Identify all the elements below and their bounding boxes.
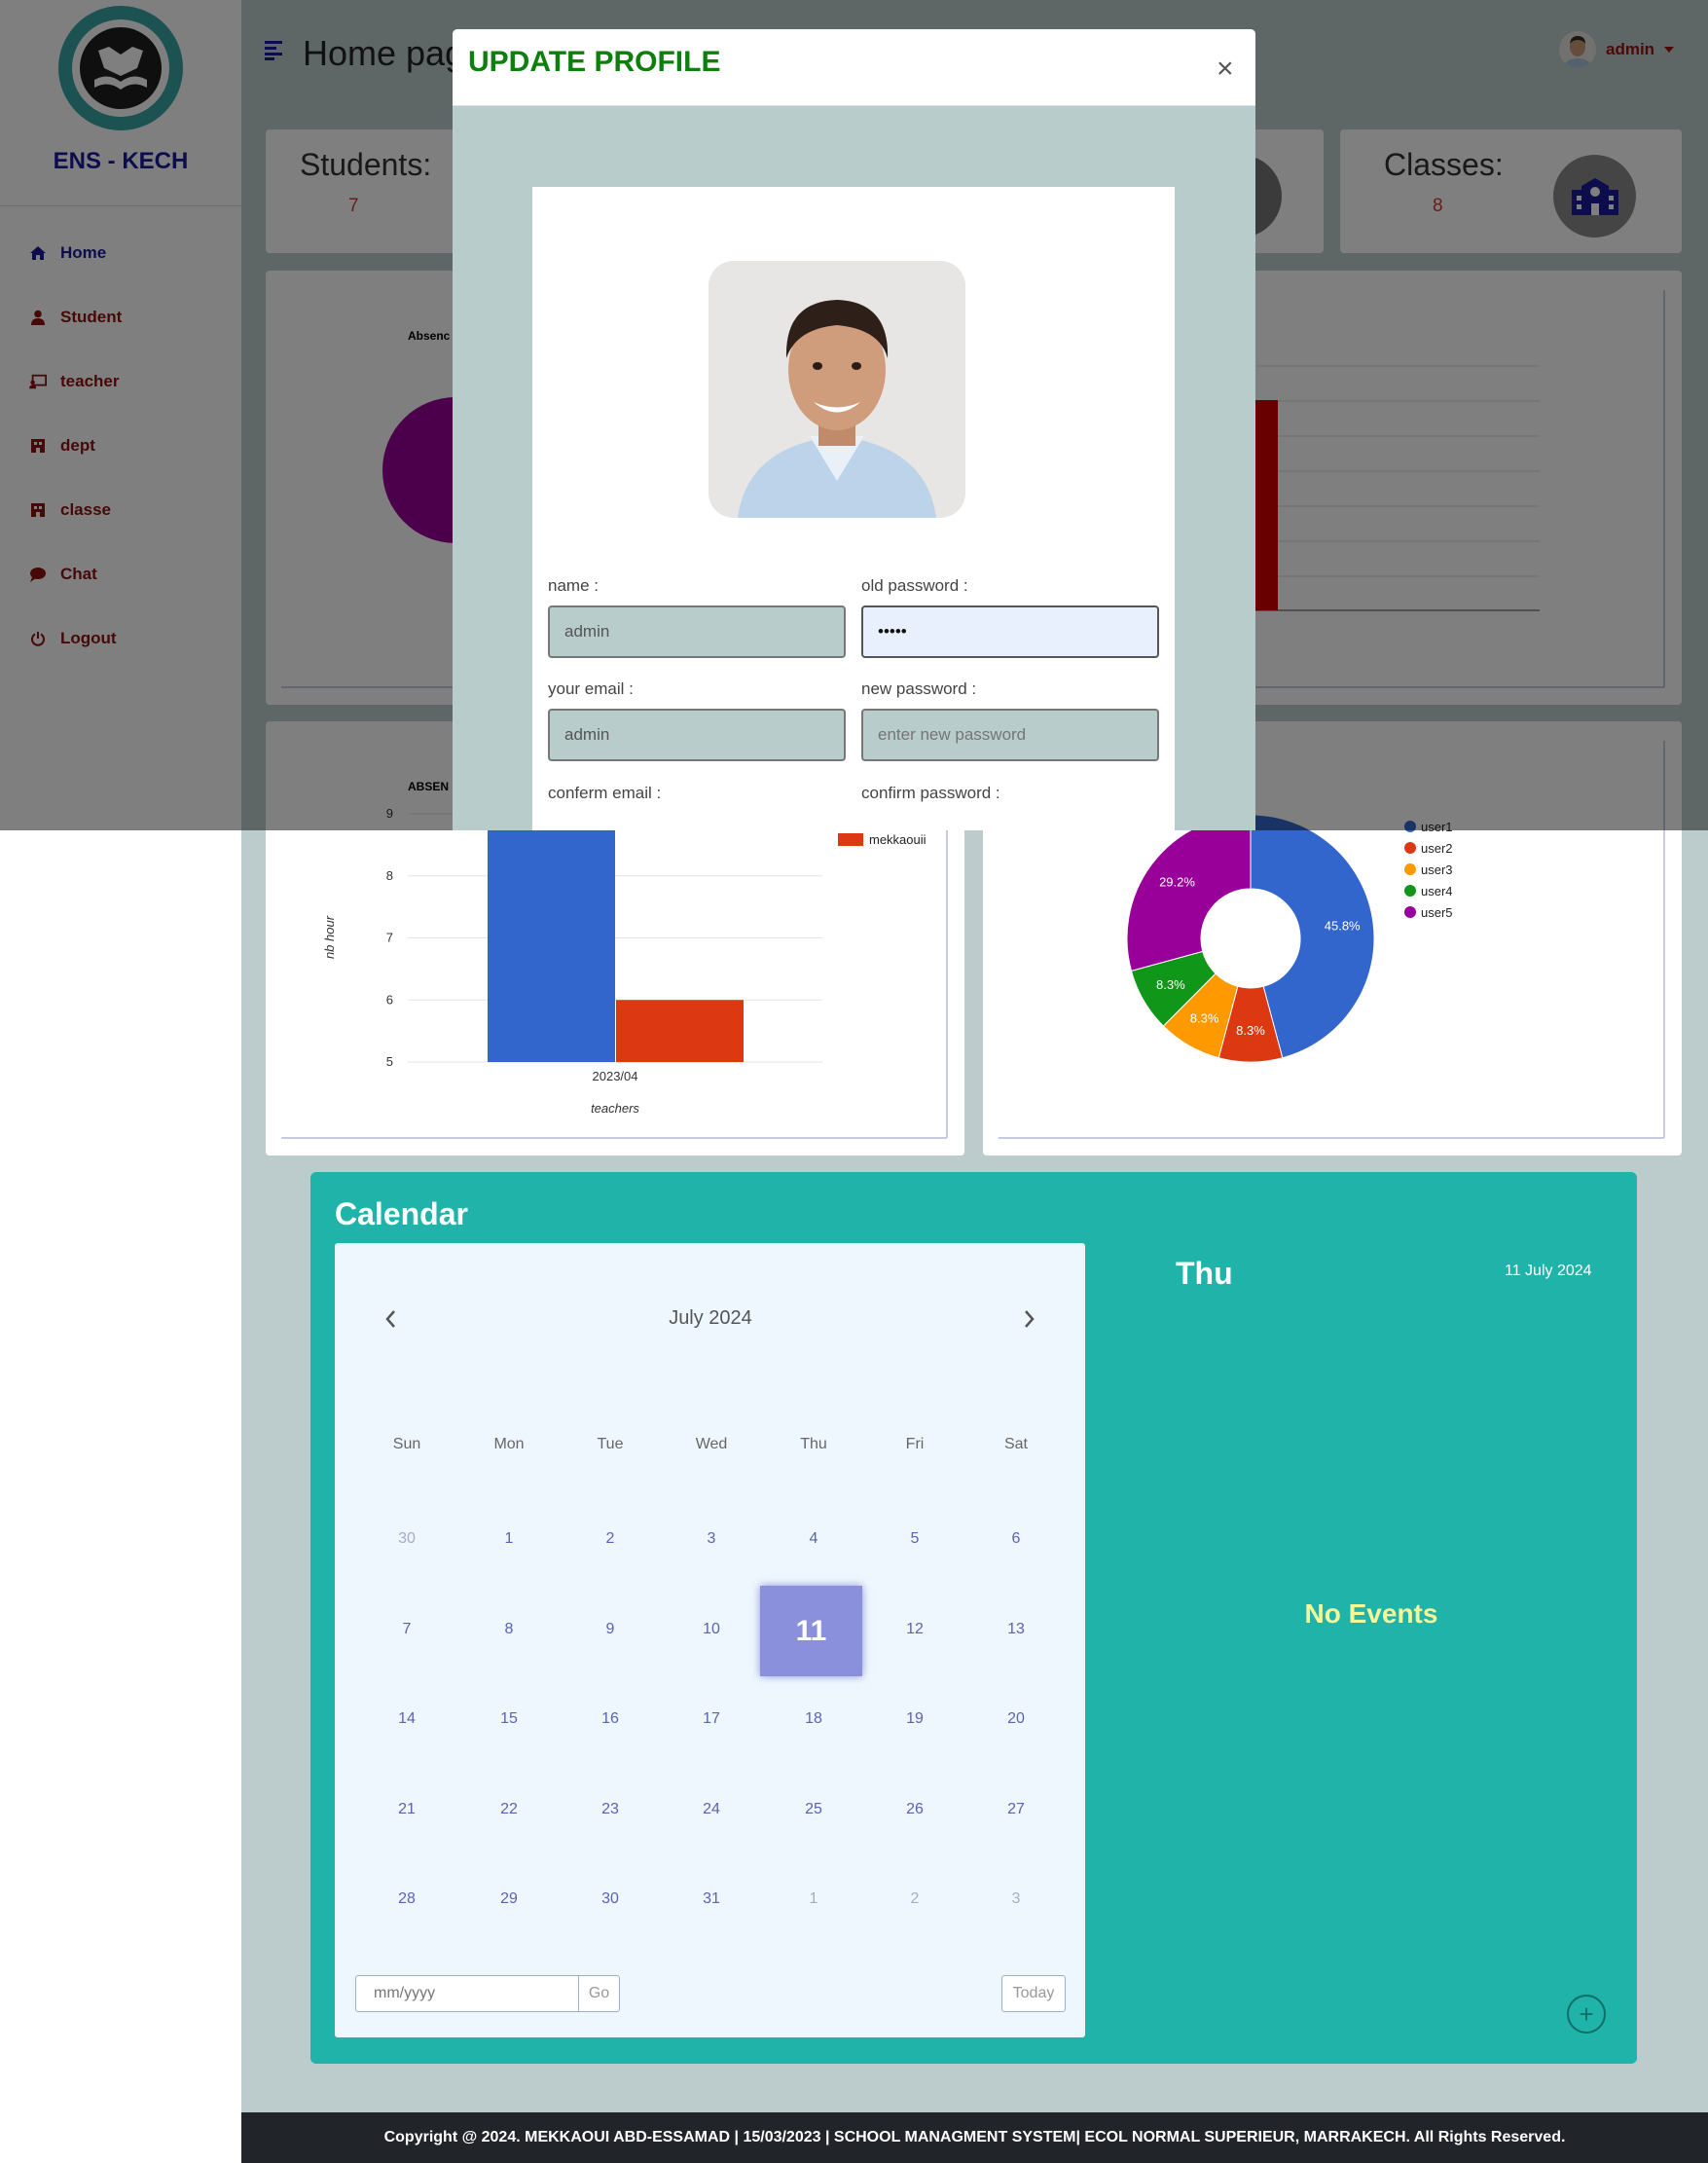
calendar-day[interactable]: 16 [581, 1710, 639, 1728]
email-field[interactable] [548, 709, 846, 761]
no-events-text: No Events [1304, 1598, 1438, 1629]
today-button[interactable]: Today [1001, 1975, 1066, 2012]
legend-swatch [1404, 885, 1416, 897]
go-button[interactable]: Go [578, 1975, 620, 2012]
calendar-day[interactable]: 2 [581, 1530, 639, 1548]
event-day: Thu [1176, 1256, 1233, 1291]
calendar-day[interactable]: 18 [784, 1710, 843, 1728]
legend-label: user5 [1421, 905, 1453, 920]
calendar-title: Calendar [335, 1196, 468, 1231]
footer: Copyright @ 2024. MEKKAOUI ABD-ESSAMAD |… [241, 2112, 1708, 2163]
calendar-day[interactable]: 25 [784, 1801, 843, 1818]
data-label: 8.3% [1190, 1010, 1219, 1025]
bar [488, 814, 615, 1062]
calendar-day[interactable]: 22 [480, 1801, 538, 1818]
legend-label: user3 [1421, 862, 1453, 877]
close-icon[interactable]: × [1217, 55, 1234, 84]
old-password-field[interactable] [861, 605, 1159, 658]
calendar-day[interactable]: 13 [987, 1621, 1045, 1638]
calendar-day[interactable]: 21 [378, 1801, 436, 1818]
month-input[interactable] [355, 1975, 579, 2012]
calendar-day[interactable]: 1 [480, 1530, 538, 1548]
name-label: name : [548, 576, 599, 595]
calendar-day[interactable]: 3 [682, 1530, 741, 1548]
calendar-day[interactable]: 3 [987, 1890, 1045, 1908]
add-event-button[interactable]: + [1567, 1995, 1606, 2034]
y-axis-label: nb hour [322, 915, 337, 959]
confirm-password-label: confirm password : [861, 784, 1000, 802]
y-tick-label: 7 [386, 931, 393, 945]
y-tick-label: 8 [386, 868, 393, 883]
donut-slice [1126, 814, 1252, 972]
calendar-day[interactable]: 20 [987, 1710, 1045, 1728]
weekday-label: Sun [392, 1436, 421, 1452]
data-label: 45.8% [1325, 919, 1361, 934]
weekday-label: Mon [493, 1436, 525, 1452]
weekday-label: Tue [597, 1436, 624, 1452]
bar [616, 1000, 744, 1062]
legend-label: user4 [1421, 884, 1453, 898]
email-label: your email : [548, 679, 634, 698]
calendar-day[interactable]: 27 [987, 1801, 1045, 1818]
calendar-day[interactable]: 6 [987, 1530, 1045, 1548]
legend-label: mekkaouii [869, 832, 927, 847]
calendar-day[interactable]: 17 [682, 1710, 741, 1728]
y-tick-label: 5 [386, 1054, 393, 1069]
legend-swatch [1404, 863, 1416, 875]
calendar-day[interactable]: 5 [886, 1530, 944, 1548]
confirm-email-label: conferm email : [548, 784, 662, 802]
weekday-label: Sat [1003, 1436, 1028, 1452]
calendar-day[interactable]: 4 [784, 1530, 843, 1548]
calendar-today[interactable]: 11 [760, 1586, 862, 1676]
new-password-label: new password : [861, 679, 977, 698]
calendar-day[interactable]: 30 [378, 1530, 436, 1548]
calendar-day[interactable]: 12 [886, 1621, 944, 1638]
calendar-day[interactable]: 24 [682, 1801, 741, 1818]
weekday-label: Fri [905, 1436, 925, 1452]
calendar-day[interactable]: 9 [581, 1621, 639, 1638]
old-password-label: old password : [861, 576, 968, 595]
profile-form-card: name : old password : your email : new p… [532, 187, 1175, 830]
legend-swatch [1404, 906, 1416, 918]
calendar-day[interactable]: 10 [682, 1621, 741, 1638]
calendar-day[interactable]: 8 [480, 1621, 538, 1638]
event-date: 11 July 2024 [1505, 1263, 1592, 1279]
calendar-day[interactable]: 1 [784, 1890, 843, 1908]
profile-photo[interactable] [709, 261, 965, 518]
weekday-label: Thu [800, 1436, 827, 1452]
calendar-widget [335, 1243, 1085, 2037]
calendar-day[interactable]: 19 [886, 1710, 944, 1728]
y-tick-label: 6 [386, 992, 393, 1007]
x-tick-label: 2023/04 [593, 1069, 638, 1083]
data-label: 29.2% [1159, 874, 1195, 889]
calendar-day[interactable]: 14 [378, 1710, 436, 1728]
modal-header: UPDATE PROFILE × [453, 29, 1255, 106]
calendar-day[interactable]: 2 [886, 1890, 944, 1908]
new-password-field[interactable] [861, 709, 1159, 761]
calendar-day[interactable]: 23 [581, 1801, 639, 1818]
calendar-month: July 2024 [669, 1307, 752, 1329]
chevron-left-icon[interactable] [382, 1308, 400, 1330]
name-field[interactable] [548, 605, 846, 658]
calendar-day[interactable]: 30 [581, 1890, 639, 1908]
calendar-day[interactable]: 28 [378, 1890, 436, 1908]
calendar-day[interactable]: 7 [378, 1621, 436, 1638]
legend-swatch [838, 833, 863, 846]
x-axis-label: teachers [591, 1101, 639, 1116]
legend-swatch [1404, 842, 1416, 854]
calendar-day[interactable]: 31 [682, 1890, 741, 1908]
weekday-label: Wed [695, 1436, 728, 1452]
chevron-right-icon[interactable] [1020, 1308, 1037, 1330]
calendar-day[interactable]: 29 [480, 1890, 538, 1908]
legend-label: user2 [1421, 841, 1453, 856]
calendar-day[interactable]: 26 [886, 1801, 944, 1818]
modal-title: UPDATE PROFILE [468, 46, 721, 78]
data-label: 8.3% [1156, 977, 1185, 992]
data-label: 8.3% [1236, 1023, 1265, 1038]
calendar-day[interactable]: 15 [480, 1710, 538, 1728]
update-profile-modal: UPDATE PROFILE × name : old password : y… [453, 29, 1255, 830]
